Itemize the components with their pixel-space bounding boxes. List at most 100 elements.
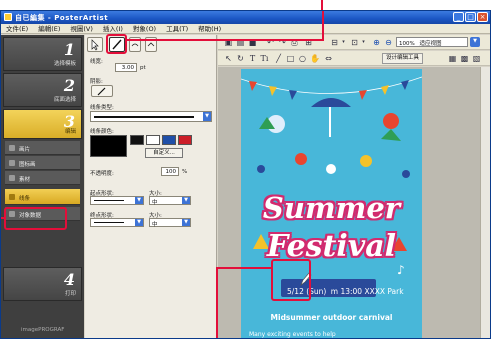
step-panel: 1 选择模板 2 底面选择 3 编辑 画片 图标画 素材 线条 对象数据 4 打… <box>1 35 84 338</box>
poster-title-line2[interactable]: Festival <box>241 229 422 264</box>
chevron-down-icon: ▼ <box>203 112 211 121</box>
window-title-jp: 自已編集 <box>15 14 45 22</box>
step-3-label: 编辑 <box>64 129 76 135</box>
poster-subtitle[interactable]: Midsummer outdoor carnival <box>241 313 422 322</box>
properties-panel: 线宽: 3.00 pt 阴影: 线条类型: ▼ 线条颜色: 自定义... 不透明… <box>85 35 217 338</box>
close-button[interactable]: × <box>477 12 488 22</box>
step-2[interactable]: 2 底面选择 <box>3 73 82 107</box>
step-4-label: 打印 <box>64 291 76 297</box>
app-window: 自已編集 - PosterArtist _ □ × 文件(E) 編輯(E) 視圖… <box>0 10 491 339</box>
canvas-area[interactable]: ♪ Summer Festival 5/12 (Sun) m 13:00 XXX… <box>218 67 490 338</box>
text-vertical-icon[interactable]: Tı <box>260 54 269 63</box>
main-toolbar: ▣ ▤ ■ ↶ ↷ ⎙ ⊞ ⊟ ▾ ⊡ ▾ ⊕ ⊖ 100% 适应视图 ▼ <box>218 35 490 50</box>
chevron-down-icon: ▼ <box>182 219 190 226</box>
subitem-material[interactable]: 素材 <box>5 171 80 185</box>
zoom-select[interactable]: 100% 适应视图 <box>396 37 468 47</box>
menu-view[interactable]: 視圖(V) <box>65 24 98 34</box>
chevron-down-icon[interactable]: ▼ <box>470 37 480 47</box>
link-icon[interactable]: ⇔ <box>324 54 333 63</box>
zoom-mode: 适应视图 <box>419 41 442 47</box>
start-size-value: 中 <box>152 200 158 206</box>
chevron-down-icon[interactable]: ▾ <box>339 38 348 47</box>
vertical-scrollbar[interactable] <box>480 67 490 338</box>
end-shape-select[interactable]: ▼ <box>90 218 144 227</box>
step-4-number: 4 <box>63 270 75 289</box>
ellipse-icon[interactable]: ○ <box>298 54 307 63</box>
export-icon[interactable]: ▧ <box>472 54 481 63</box>
shadow-button[interactable] <box>91 85 113 97</box>
custom-color-button[interactable]: 自定义... <box>145 148 183 158</box>
rectangle-icon[interactable]: □ <box>286 54 295 63</box>
picture-icon <box>9 145 15 151</box>
color-red[interactable] <box>178 135 192 145</box>
hand-icon[interactable]: ✋ <box>310 54 320 63</box>
align-icon[interactable]: ⊡ <box>350 38 359 47</box>
line-width-field[interactable]: 3.00 <box>115 63 137 72</box>
design-tools-button[interactable]: 设计编辑工具 <box>382 53 424 64</box>
poster-page[interactable]: ♪ Summer Festival 5/12 (Sun) m 13:00 XXX… <box>241 69 422 338</box>
end-size-select[interactable]: 中 ▼ <box>149 218 191 228</box>
subitem-clipart[interactable]: 图标画 <box>5 156 80 170</box>
line-icon[interactable]: ╱ <box>274 54 283 63</box>
layers-icon[interactable]: ▩ <box>460 54 469 63</box>
start-shape-select[interactable]: ▼ <box>90 196 144 205</box>
subitem-picture[interactable]: 画片 <box>5 141 80 155</box>
menu-file[interactable]: 文件(E) <box>1 24 33 34</box>
subitem-line[interactable]: 线条 <box>5 189 80 205</box>
menu-edit[interactable]: 編輯(E) <box>33 24 65 34</box>
line-item-icon <box>9 194 15 200</box>
menu-insert[interactable]: 插入(I) <box>98 24 128 34</box>
maximize-button[interactable]: □ <box>465 12 476 22</box>
zoom-value: 100% <box>399 41 415 47</box>
chevron-down-icon[interactable]: ▾ <box>359 38 368 47</box>
drawing-toolbar: ↖ ↻ T Tı ╱ □ ○ ✋ ⇔ 设计编辑工具 ▦ ▩ ▧ <box>218 51 490 66</box>
shadow-label: 阴影: <box>90 79 103 85</box>
poster-body-text[interactable]: Many exciting events to help <box>249 331 336 338</box>
step-2-label: 底面选择 <box>53 97 76 103</box>
step-1-number: 1 <box>63 40 75 59</box>
cursor-tool-button[interactable] <box>87 37 103 52</box>
line-width-unit: pt <box>140 65 146 71</box>
step-1[interactable]: 1 选择模板 <box>3 37 82 71</box>
callout-line-tool <box>106 34 127 54</box>
callout-pencil <box>271 259 311 301</box>
poster-title-line1[interactable]: Summer <box>241 191 422 225</box>
step-3[interactable]: 3 编辑 <box>3 109 82 139</box>
end-size-value: 中 <box>152 222 158 228</box>
start-shape-preview <box>94 200 124 201</box>
rotate-icon[interactable]: ↻ <box>236 54 245 63</box>
step-2-number: 2 <box>63 76 75 95</box>
menu-bar: 文件(E) 編輯(E) 視圖(V) 插入(I) 對象(O) 工具(T) 帮助(H… <box>1 24 490 34</box>
menu-object[interactable]: 對象(O) <box>128 24 161 34</box>
step-4[interactable]: 4 打印 <box>3 267 82 301</box>
svg-text:♪: ♪ <box>397 263 405 277</box>
image-edit-icon[interactable]: ▦ <box>448 54 457 63</box>
grid-icon[interactable]: ⊟ <box>330 38 339 47</box>
text-icon[interactable]: T <box>248 54 257 63</box>
menu-help[interactable]: 帮助(H) <box>193 24 226 34</box>
opacity-field[interactable]: 100 <box>161 167 179 176</box>
current-color-swatch[interactable] <box>90 135 127 157</box>
color-white[interactable] <box>146 135 160 145</box>
step-1-label: 选择模板 <box>53 61 76 67</box>
zoom-in-icon[interactable]: ⊕ <box>372 38 381 47</box>
poster-date-rest: m 13:00 XXXX Park <box>330 287 404 296</box>
title-bar: 自已編集 - PosterArtist _ □ × <box>1 11 490 24</box>
clipart-icon <box>9 160 15 166</box>
line-type-select[interactable]: ▼ <box>90 111 212 122</box>
material-icon <box>9 175 15 181</box>
opacity-label: 不透明度: <box>90 171 114 177</box>
zoom-out-icon[interactable]: ⊖ <box>384 38 393 47</box>
minimize-button[interactable]: _ <box>453 12 464 22</box>
color-blue[interactable] <box>162 135 176 145</box>
menu-tools[interactable]: 工具(T) <box>161 24 193 34</box>
arrow-pointer-icon[interactable]: ↖ <box>224 54 233 63</box>
arrow-pointer-icon <box>91 39 99 51</box>
callout-pencil-v <box>216 267 218 338</box>
color-black[interactable] <box>130 135 144 145</box>
callout-line-subitem-h <box>1 217 5 219</box>
callout-line-tool-v <box>322 11 324 41</box>
shadow-line-icon <box>97 87 106 96</box>
opacity-unit: % <box>182 169 188 175</box>
start-size-select[interactable]: 中 ▼ <box>149 196 191 206</box>
